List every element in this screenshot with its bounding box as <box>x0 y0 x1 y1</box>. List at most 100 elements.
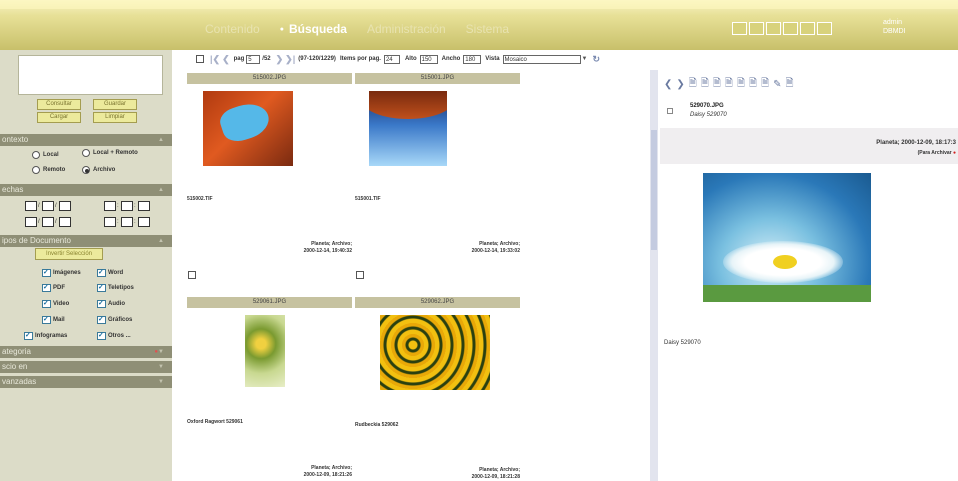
top-bar: Contenido Búsqueda Administración Sistem… <box>0 0 958 50</box>
consultar-button[interactable]: Consultar <box>37 99 81 110</box>
chevron-up-icon: ▲ <box>158 238 164 244</box>
checkbox-audio[interactable]: Audio <box>97 299 125 308</box>
document-lock-icon[interactable]: 🗎 <box>737 76 745 93</box>
checkbox-imagenes[interactable]: Imágenes <box>42 268 81 277</box>
last-page-icon[interactable]: ❯| <box>285 54 295 65</box>
prev-page-icon[interactable]: ❮ <box>222 54 230 65</box>
prev-item-icon[interactable]: ❮ <box>664 79 672 90</box>
date-to-month[interactable] <box>42 217 54 227</box>
next-page-icon[interactable]: ❯ <box>276 54 284 65</box>
search-document-icon[interactable]: 🗎 <box>786 76 794 93</box>
checkbox-word[interactable]: Word <box>97 268 123 277</box>
document-send-icon[interactable]: 🗎 <box>725 76 733 93</box>
user-info[interactable]: admin DBMDI <box>883 18 906 36</box>
section-categoria[interactable]: ategoria ● ▼ <box>0 346 172 358</box>
detail-image[interactable] <box>703 173 871 302</box>
section-buscar-en[interactable]: scio en ▼ <box>0 361 172 373</box>
nav-busqueda[interactable]: Búsqueda <box>280 22 347 36</box>
nav-sistema[interactable]: Sistema <box>466 22 509 36</box>
nav-contenido[interactable]: Contenido <box>205 22 260 36</box>
top-icon-4[interactable] <box>783 22 798 35</box>
alto-input[interactable]: 150 <box>419 54 438 64</box>
radio-icon <box>32 151 40 159</box>
card-thumbnail[interactable] <box>203 91 293 166</box>
detail-checkbox[interactable] <box>667 108 673 114</box>
guardar-button[interactable]: Guardar <box>93 99 137 110</box>
page-input[interactable]: 5 <box>246 54 261 64</box>
results-scrollbar[interactable] <box>650 70 658 481</box>
result-card[interactable]: 515002.JPG 515002.TIF Planeta; Archivo; … <box>187 73 352 288</box>
items-per-page-input[interactable]: 24 <box>383 54 400 64</box>
top-icon-5[interactable] <box>800 22 815 35</box>
detail-caption: Daisy 529070 <box>664 340 701 346</box>
date-to-day[interactable] <box>25 217 37 227</box>
vista-select[interactable]: Mosaico <box>502 54 581 64</box>
radio-local[interactable]: Local <box>32 151 59 159</box>
date-from-minute[interactable] <box>121 201 133 211</box>
card-thumbnail[interactable] <box>380 315 490 390</box>
document-copy-icon[interactable]: 🗎 <box>701 76 709 93</box>
result-card[interactable]: 515001.JPG 515001.TIF Planeta; Archivo; … <box>355 73 520 288</box>
date-from-second[interactable] <box>138 201 150 211</box>
checkbox-pdf[interactable]: PDF <box>42 283 65 292</box>
radio-remoto[interactable]: Remoto <box>32 166 65 174</box>
date-from-month[interactable] <box>42 201 54 211</box>
date-from-hour[interactable] <box>104 201 116 211</box>
top-icon-2[interactable] <box>749 22 764 35</box>
scrollbar-thumb[interactable] <box>651 130 657 250</box>
vista-label: Vista <box>485 56 500 62</box>
card-caption: 529061.JPG <box>187 297 352 308</box>
result-card[interactable]: 529062.JPG Rudbeckia 529062 Planeta; Arc… <box>355 297 520 481</box>
section-fechas-label: echas <box>2 185 24 194</box>
detail-toolbar: ❮ ❯ 🗎 🗎 🗎 🗎 🗎 🗎 🗎 ✎ 🗎 <box>664 76 794 93</box>
date-separator: / <box>55 219 57 225</box>
top-icon-1[interactable] <box>732 22 747 35</box>
card-checkbox[interactable] <box>356 271 364 279</box>
detail-info-band <box>660 128 958 164</box>
date-to-second[interactable] <box>138 217 150 227</box>
type-label: Mail <box>53 317 65 323</box>
top-icon-6[interactable] <box>817 22 832 35</box>
refresh-icon[interactable]: ↻ <box>592 54 600 65</box>
checkbox-teletipos[interactable]: Teletipos <box>97 283 134 292</box>
top-icon-3[interactable] <box>766 22 781 35</box>
first-page-icon[interactable]: |❮ <box>210 54 220 65</box>
checkbox-otros[interactable]: Otros ... <box>97 331 131 340</box>
dropdown-arrow-icon[interactable]: ▼ <box>582 56 588 62</box>
pencil-icon[interactable]: ✎ <box>773 79 781 90</box>
radio-local-remoto[interactable]: Local + Remoto <box>82 149 138 157</box>
cargar-button[interactable]: Cargar <box>37 112 81 123</box>
section-fechas[interactable]: echas ▲ <box>0 184 172 196</box>
section-avanzadas[interactable]: vanzadas ▼ <box>0 376 172 388</box>
limpiar-button[interactable]: Limpiar <box>93 112 137 123</box>
checkbox-mail[interactable]: Mail <box>42 315 65 324</box>
document-edit-icon[interactable]: 🗎 <box>761 76 769 93</box>
result-card[interactable]: 529061.JPG Oxford Ragwort 529061 Planeta… <box>187 297 352 481</box>
nav-administracion[interactable]: Administración <box>367 22 446 36</box>
date-to-year[interactable] <box>59 217 71 227</box>
invertir-seleccion-button[interactable]: Invertir Selección <box>35 248 103 260</box>
checkbox-infogramas[interactable]: Infogramas <box>24 331 67 340</box>
radio-archivo[interactable]: Archivo <box>82 166 115 174</box>
date-to-hour[interactable] <box>104 217 116 227</box>
card-checkbox[interactable] <box>188 271 196 279</box>
card-filename: 515001.TIF <box>355 196 381 202</box>
card-thumbnail[interactable] <box>369 91 447 166</box>
date-from-day[interactable] <box>25 201 37 211</box>
section-contexto[interactable]: ontexto ▲ <box>0 134 172 146</box>
checkbox-checked-icon <box>97 268 106 277</box>
next-item-icon[interactable]: ❯ <box>676 79 684 90</box>
checkbox-video[interactable]: Video <box>42 299 69 308</box>
card-thumbnail[interactable] <box>245 315 285 387</box>
date-to-minute[interactable] <box>121 217 133 227</box>
date-from-year[interactable] <box>59 201 71 211</box>
document-link-icon[interactable]: 🗎 <box>749 76 757 93</box>
checkbox-graficos[interactable]: Gráficos <box>97 315 132 324</box>
select-all-checkbox[interactable] <box>196 55 204 63</box>
ancho-input[interactable]: 180 <box>463 54 482 64</box>
document-export-icon[interactable]: 🗎 <box>713 76 721 93</box>
type-label: Otros ... <box>108 333 131 339</box>
document-icon[interactable]: 🗎 <box>689 76 697 93</box>
search-input[interactable] <box>18 55 163 95</box>
section-tipos-documento[interactable]: ipos de Documento ▲ <box>0 235 172 247</box>
